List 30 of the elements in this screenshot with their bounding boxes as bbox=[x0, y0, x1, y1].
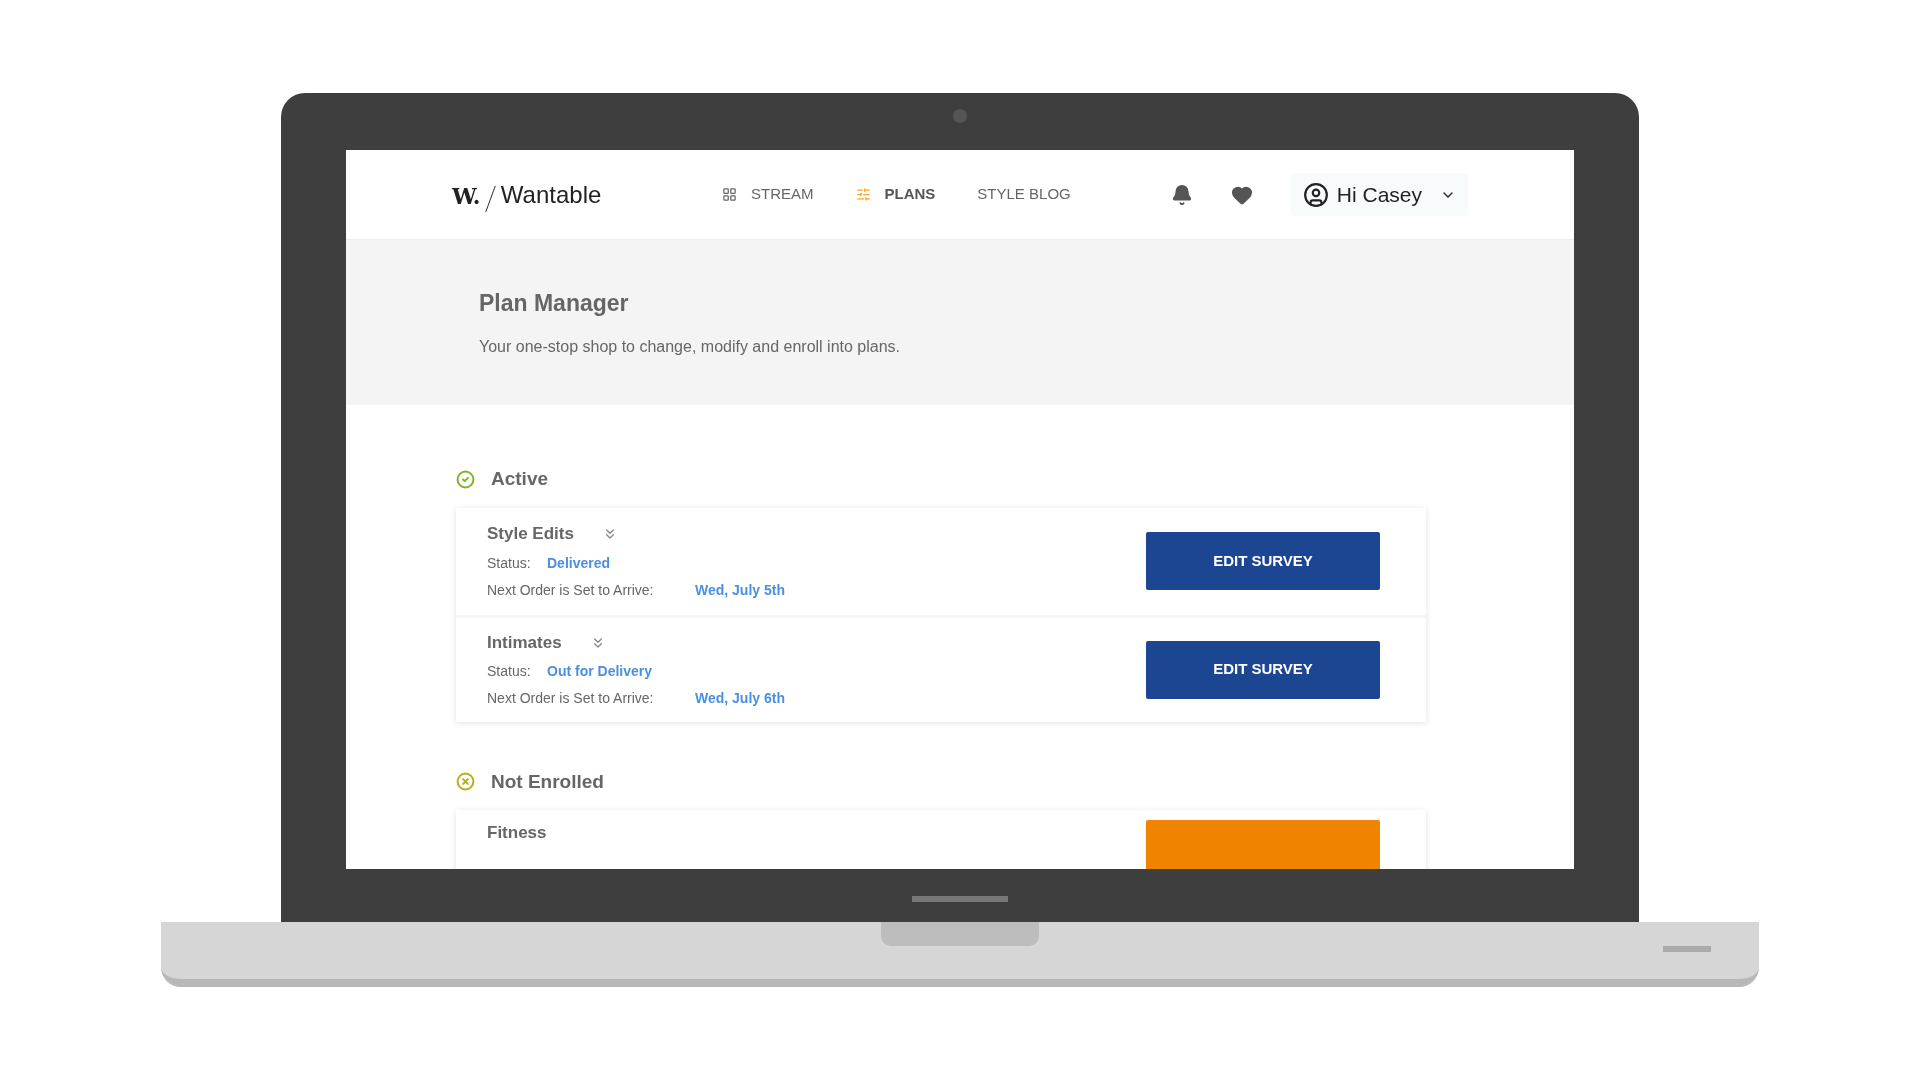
nav-link[interactable]: PLANS bbox=[855, 183, 936, 206]
plan-name: Style Edits bbox=[487, 523, 574, 546]
page-subtitle: Your one-stop shop to change, modify and enroll into plans. bbox=[479, 336, 902, 357]
survey-button[interactable]: EDIT SURVEY bbox=[1146, 532, 1380, 590]
next-order-label: Next Order is Set to Arrive: bbox=[487, 689, 655, 709]
status-light bbox=[1663, 946, 1711, 952]
page-title: Plan Manager bbox=[479, 289, 630, 318]
plan-name: Fitness bbox=[487, 822, 547, 844]
survey-button[interactable]: EDIT SURVEY bbox=[1146, 640, 1380, 699]
plan-name: Intimates bbox=[487, 631, 562, 654]
nav-link[interactable]: STREAM bbox=[722, 183, 814, 206]
next-order-label: Next Order is Set to Arrive: bbox=[487, 580, 655, 600]
next-order-date: Wed, July 6th bbox=[695, 689, 785, 709]
logo-text: Wantable bbox=[500, 179, 602, 210]
status-value: Delivered bbox=[547, 553, 611, 573]
nav-link[interactable]: STYLE BLOG bbox=[977, 183, 1071, 206]
section-title: Active bbox=[491, 467, 549, 491]
grid-icon bbox=[722, 187, 737, 202]
status-label: Status: bbox=[487, 553, 532, 573]
user-menu-button[interactable]: Hi Casey bbox=[1290, 172, 1468, 217]
section-title: Not Enrolled bbox=[491, 769, 604, 794]
check-circle-icon bbox=[456, 469, 475, 489]
status-label: Status: bbox=[487, 662, 532, 682]
sliders-icon bbox=[855, 187, 871, 202]
notification-bell-icon[interactable] bbox=[1170, 183, 1193, 206]
next-order-date: Wed, July 5th bbox=[695, 580, 785, 600]
status-value: Out for Delivery bbox=[547, 662, 653, 682]
logo-mark: W. bbox=[452, 181, 480, 211]
user-avatar-icon bbox=[1302, 181, 1329, 208]
x-circle-icon bbox=[456, 772, 475, 792]
